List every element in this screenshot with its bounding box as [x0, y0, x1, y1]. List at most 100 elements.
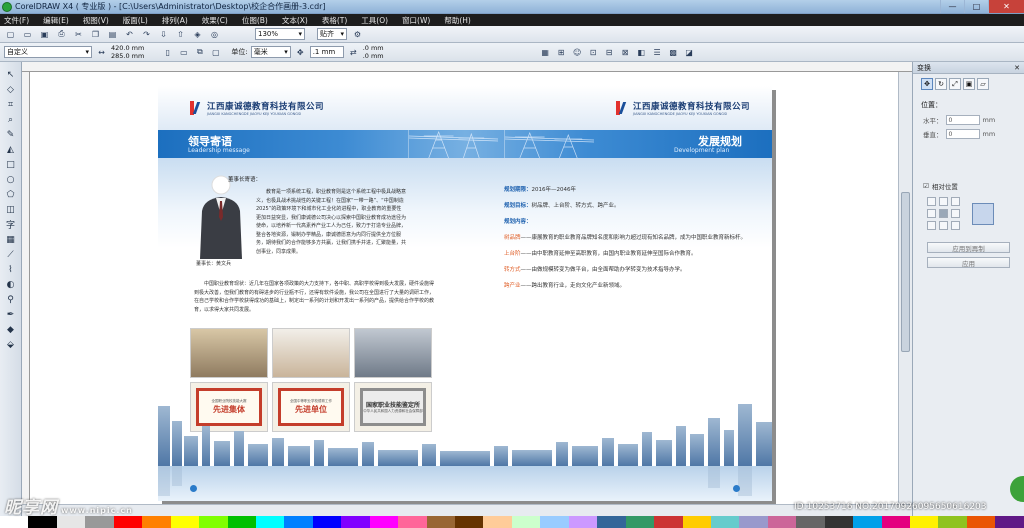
palette-swatch[interactable]	[255, 516, 285, 528]
pick-tool-icon[interactable]: ↖	[3, 68, 19, 81]
duplicate-x-field[interactable]: .0 mm	[363, 44, 384, 52]
anchor-cell[interactable]	[939, 197, 948, 206]
freehand-tool-icon[interactable]: ✎	[3, 128, 19, 141]
palette-swatch[interactable]	[284, 516, 313, 528]
smart-fill-tool-icon[interactable]: ◭	[3, 143, 19, 156]
parallel-dimension-tool-icon[interactable]: ⟋	[3, 248, 19, 261]
color-styles-icon[interactable]: ◧	[635, 46, 648, 58]
horizontal-position-input[interactable]: 0	[945, 115, 980, 125]
snap-objects-icon[interactable]: ⊡	[587, 46, 600, 58]
crop-tool-icon[interactable]: ⌗	[3, 98, 19, 111]
palette-swatch[interactable]	[483, 516, 512, 528]
text-tool-icon[interactable]: 字	[3, 218, 19, 231]
menu-help[interactable]: 帮助(H)	[444, 15, 471, 26]
basic-shapes-tool-icon[interactable]: ◫	[3, 203, 19, 216]
horizontal-ruler[interactable]	[22, 62, 912, 72]
apply-to-duplicate-button[interactable]: 应用到再制	[927, 242, 1010, 253]
palette-swatch[interactable]	[170, 516, 200, 528]
palette-swatch[interactable]	[881, 516, 910, 528]
outline-pen-tool-icon[interactable]: ✒	[3, 308, 19, 321]
connector-tool-icon[interactable]: ⌇	[3, 263, 19, 276]
import-icon[interactable]: ⇩	[157, 28, 170, 40]
palette-swatch[interactable]	[910, 516, 939, 528]
page-height-field[interactable]: 285.0 mm	[111, 52, 144, 60]
horizontal-scrollbar[interactable]	[22, 504, 912, 516]
snap-to-select[interactable]: 贴齐 ▾	[317, 28, 347, 40]
all-pages-icon[interactable]: ⧉	[193, 46, 206, 58]
anchor-cell[interactable]	[951, 221, 960, 230]
menu-view[interactable]: 视图(V)	[83, 15, 109, 26]
vertical-ruler[interactable]	[22, 72, 30, 504]
anchor-cell[interactable]	[939, 209, 948, 218]
cut-icon[interactable]: ✂	[72, 28, 85, 40]
page-width-field[interactable]: 420.0 mm	[111, 44, 144, 52]
vertical-position-input[interactable]: 0	[945, 129, 980, 139]
menu-file[interactable]: 文件(F)	[4, 15, 29, 26]
print-icon[interactable]: ⎙	[55, 28, 68, 40]
zoom-level-select[interactable]: 130% ▾	[255, 28, 305, 40]
palette-swatch[interactable]	[767, 516, 797, 528]
apply-button[interactable]: 应用	[927, 257, 1010, 268]
nudge-distance-field[interactable]: .1 mm	[309, 46, 344, 58]
open-folder-icon[interactable]: ▭	[21, 28, 34, 40]
palette-swatch[interactable]	[739, 516, 768, 528]
maximize-button[interactable]: □	[964, 0, 988, 13]
portrait-icon[interactable]: ▯	[161, 46, 174, 58]
menu-text[interactable]: 文本(X)	[282, 15, 308, 26]
palette-swatch[interactable]	[654, 516, 683, 528]
menu-edit[interactable]: 编辑(E)	[43, 15, 69, 26]
rotate-tab-icon[interactable]: ↻	[935, 78, 947, 90]
palette-swatch[interactable]	[455, 516, 484, 528]
polygon-tool-icon[interactable]: ⬠	[3, 188, 19, 201]
menu-tools[interactable]: 工具(O)	[361, 15, 388, 26]
new-document-icon[interactable]: ▢	[4, 28, 17, 40]
export-icon[interactable]: ⇧	[174, 28, 187, 40]
relative-position-checkbox[interactable]: ☑	[923, 182, 929, 190]
options-gear-icon[interactable]: ⚙	[351, 28, 364, 40]
scroll-thumb[interactable]	[901, 192, 910, 352]
rectangle-tool-icon[interactable]: □	[3, 158, 19, 171]
minimize-button[interactable]: —	[940, 0, 964, 13]
palette-swatch[interactable]	[568, 516, 598, 528]
treat-as-filled-icon[interactable]: ▦	[539, 46, 552, 58]
palette-swatch[interactable]	[824, 516, 854, 528]
paste-icon[interactable]: ▤	[106, 28, 119, 40]
close-button[interactable]: ✕	[988, 0, 1024, 13]
blend-tool-icon[interactable]: ◐	[3, 278, 19, 291]
palette-swatch[interactable]	[398, 516, 427, 528]
layout-tools-icon[interactable]: ⊠	[619, 46, 632, 58]
palette-swatch[interactable]	[966, 516, 996, 528]
anchor-cell[interactable]	[927, 197, 936, 206]
palette-swatch[interactable]	[682, 516, 711, 528]
landscape-icon[interactable]: ▭	[177, 46, 190, 58]
menu-effects[interactable]: 效果(C)	[202, 15, 228, 26]
menu-bitmaps[interactable]: 位图(B)	[242, 15, 268, 26]
units-scale-icon[interactable]: ⊞	[555, 46, 568, 58]
menu-arrange[interactable]: 排列(A)	[162, 15, 188, 26]
palette-swatch[interactable]	[142, 516, 171, 528]
palette-swatch[interactable]	[853, 516, 882, 528]
palette-swatch[interactable]	[597, 516, 626, 528]
duplicate-y-field[interactable]: .0 mm	[363, 52, 384, 60]
palette-swatch[interactable]	[540, 516, 569, 528]
palette-swatch[interactable]	[369, 516, 399, 528]
unit-select[interactable]: 毫米 ▾	[250, 46, 291, 58]
docker-close-icon[interactable]: ✕	[1014, 64, 1020, 72]
palette-swatch[interactable]	[341, 516, 370, 528]
palette-swatch[interactable]	[710, 516, 740, 528]
shape-tool-icon[interactable]: ◇	[3, 83, 19, 96]
palette-swatch[interactable]	[796, 516, 825, 528]
interactive-fill-tool-icon[interactable]: ⬙	[3, 338, 19, 351]
palette-swatch[interactable]	[938, 516, 967, 528]
scale-tab-icon[interactable]: ⤢	[949, 78, 961, 90]
anchor-cell[interactable]	[927, 221, 936, 230]
palette-swatch[interactable]	[995, 516, 1024, 528]
palette-swatch[interactable]	[511, 516, 541, 528]
copy-icon[interactable]: ❐	[89, 28, 102, 40]
corel-online-icon[interactable]: ◎	[208, 28, 221, 40]
current-page-icon[interactable]: ▢	[209, 46, 222, 58]
anchor-cell[interactable]	[927, 209, 936, 218]
eyedropper-tool-icon[interactable]: ⚲	[3, 293, 19, 306]
object-manager-icon[interactable]: ☰	[651, 46, 664, 58]
table-tool-icon[interactable]: ▦	[3, 233, 19, 246]
